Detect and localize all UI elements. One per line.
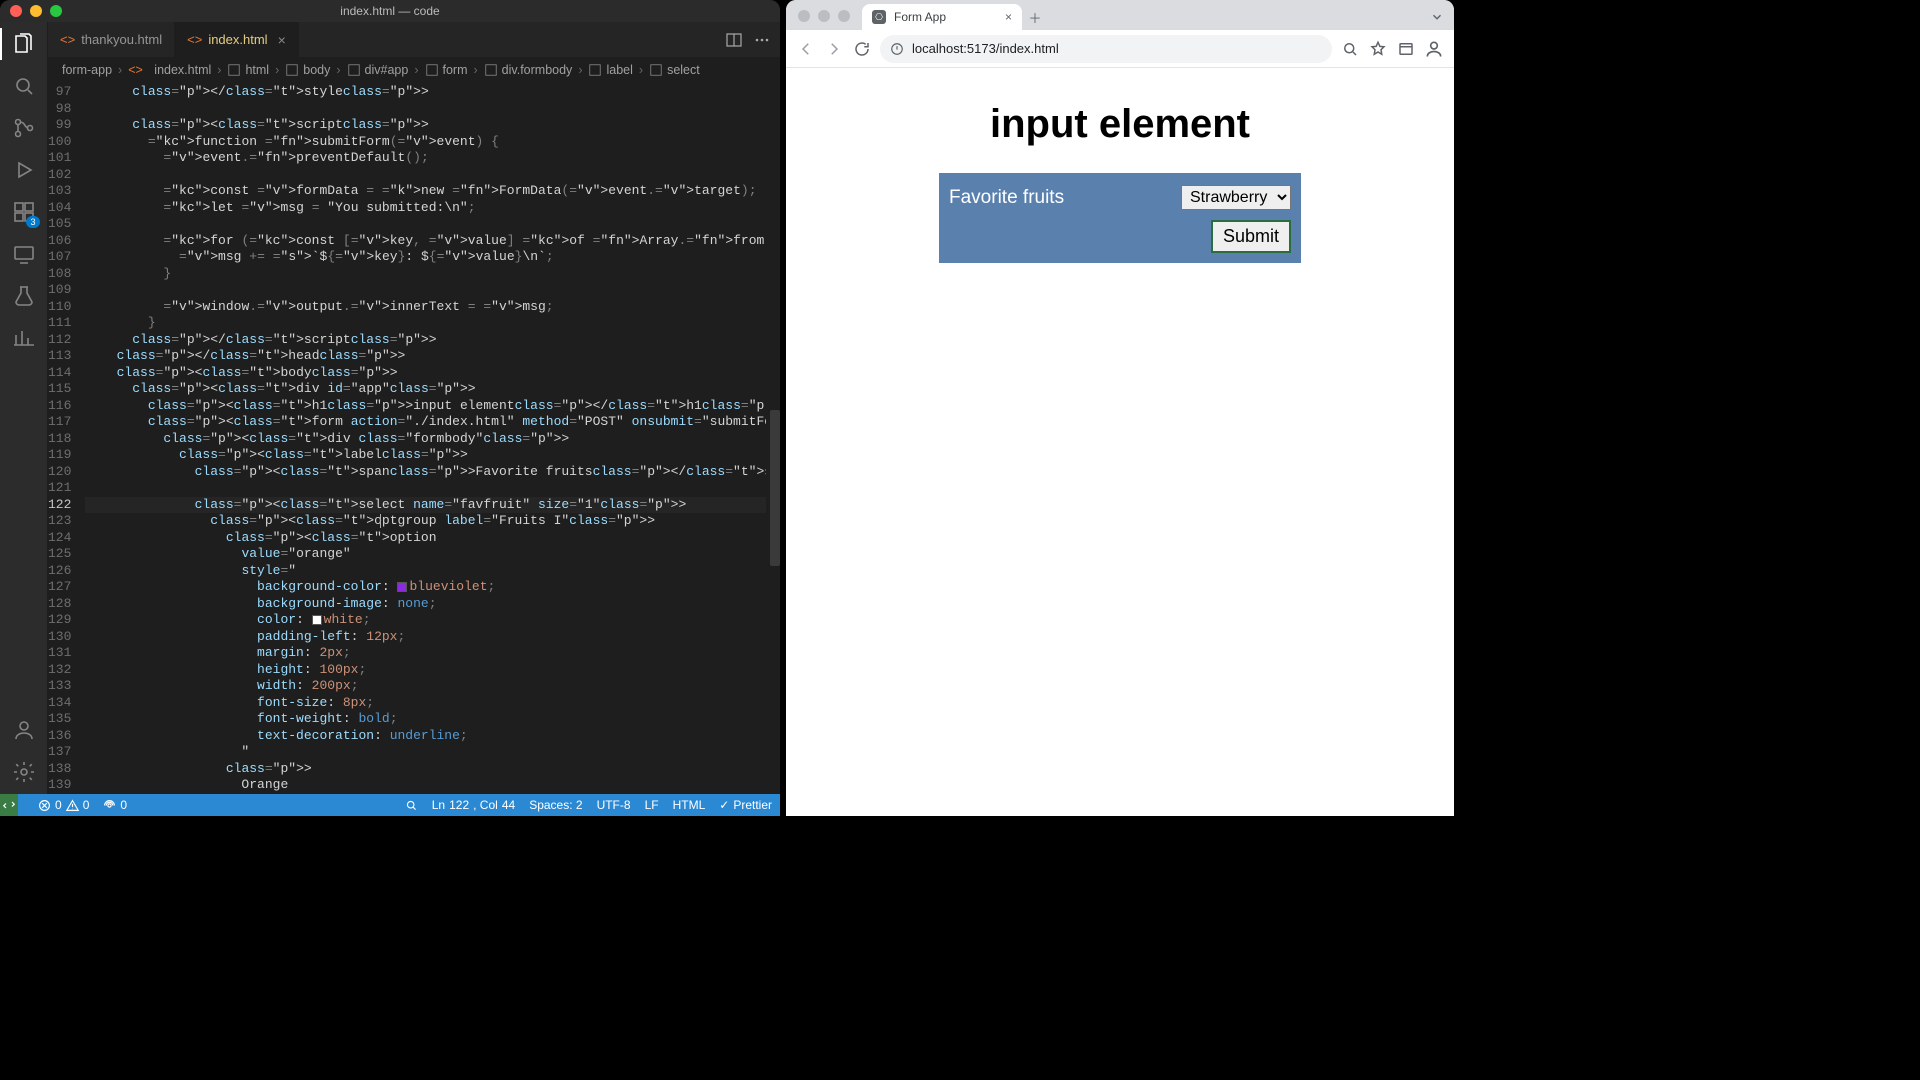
close-tab-icon[interactable]: × (278, 32, 286, 48)
browser-tab-title: Form App (894, 10, 946, 24)
code-editor[interactable]: 9798991001011021031041051061071081091101… (48, 82, 780, 794)
address-bar[interactable]: localhost:5173/index.html (880, 35, 1332, 63)
run-debug-icon[interactable] (12, 158, 36, 182)
tab-index-html[interactable]: <> index.html × (175, 22, 299, 57)
zoom-window-icon[interactable] (838, 10, 850, 22)
extensions-badge: 3 (26, 216, 39, 228)
code-content[interactable]: class="p"></class="t">styleclass="p">> c… (85, 82, 780, 794)
find-status-icon[interactable] (405, 799, 418, 812)
site-favicon-icon: ⎔ (872, 10, 886, 24)
editor-tabs: <> thankyou.html <> index.html × (48, 22, 780, 58)
ports-status[interactable]: 0 (103, 798, 127, 812)
breadcrumb-item[interactable]: html (227, 63, 269, 77)
html-file-icon: <> (60, 32, 75, 47)
breadcrumb-item[interactable]: <> index.html (128, 63, 211, 77)
breadcrumb-item[interactable]: select (649, 63, 700, 77)
close-window-icon[interactable] (798, 10, 810, 22)
language-mode[interactable]: HTML (673, 798, 706, 812)
activity-bar: 3 (0, 22, 48, 794)
remote-indicator[interactable] (0, 794, 18, 816)
browser-window: ⎔ Form App × ＋ localhost (786, 0, 1454, 816)
split-editor-icon[interactable] (726, 32, 742, 48)
back-button-icon[interactable] (796, 39, 816, 59)
line-number-gutter: 9798991001011021031041051061071081091101… (48, 82, 85, 794)
remote-icon[interactable] (12, 242, 36, 266)
breadcrumb-item[interactable]: body (285, 63, 330, 77)
reload-button-icon[interactable] (852, 39, 872, 59)
breadcrumb-item[interactable]: label (588, 63, 632, 77)
favfruit-select[interactable]: Strawberry (1181, 185, 1291, 210)
encoding-status[interactable]: UTF-8 (597, 798, 631, 812)
browser-tabstrip: ⎔ Form App × ＋ (786, 0, 1454, 30)
problems-status[interactable]: 0 0 (38, 798, 89, 812)
minimap-viewport[interactable] (770, 410, 780, 567)
browser-tab[interactable]: ⎔ Form App × (862, 4, 1022, 30)
status-bar: 0 0 0 Ln 122, Col 44 Spaces: 2 UTF-8 LF … (0, 794, 780, 816)
account-icon[interactable] (12, 718, 36, 742)
browser-toolbar: localhost:5173/index.html (786, 30, 1454, 68)
rendered-page: input element Favorite fruits Strawberry… (786, 68, 1454, 816)
search-icon[interactable] (12, 74, 36, 98)
breadcrumb-item[interactable]: form (425, 63, 468, 77)
extensions-puzzle-icon[interactable] (1396, 39, 1416, 59)
testing-icon[interactable] (12, 284, 36, 308)
profile-avatar-icon[interactable] (1424, 39, 1444, 59)
breadcrumb: form-app› <> index.html› html› body› div… (48, 58, 780, 82)
traffic-lights (794, 10, 856, 30)
graph-icon[interactable] (12, 326, 36, 350)
vscode-window: index.html — code 3 (0, 0, 780, 816)
eol-status[interactable]: LF (645, 798, 659, 812)
extensions-icon[interactable]: 3 (12, 200, 36, 224)
tab-label: thankyou.html (81, 32, 162, 47)
vscode-titlebar: index.html — code (0, 0, 780, 22)
window-title: index.html — code (0, 4, 780, 18)
minimize-window-icon[interactable] (818, 10, 830, 22)
more-actions-icon[interactable] (754, 32, 770, 48)
submit-button[interactable]: Submit (1211, 220, 1291, 253)
explorer-icon[interactable] (12, 32, 36, 56)
bookmark-star-icon[interactable] (1368, 39, 1388, 59)
zoom-icon[interactable] (1340, 39, 1360, 59)
minimap[interactable] (766, 82, 780, 794)
tab-thankyou-html[interactable]: <> thankyou.html (48, 22, 175, 57)
breadcrumb-item[interactable]: form-app (62, 63, 112, 77)
settings-gear-icon[interactable] (12, 760, 36, 784)
site-info-icon[interactable] (890, 42, 904, 56)
chevron-down-icon[interactable] (1430, 10, 1454, 30)
forward-button-icon[interactable] (824, 39, 844, 59)
formatter-status[interactable]: ✓ Prettier (719, 798, 772, 812)
breadcrumb-item[interactable]: div.formbody (484, 63, 573, 77)
new-tab-button[interactable]: ＋ (1022, 4, 1048, 30)
html-file-icon: <> (187, 32, 202, 47)
field-label: Favorite fruits (949, 187, 1064, 209)
url-text: localhost:5173/index.html (912, 41, 1059, 56)
indentation-status[interactable]: Spaces: 2 (529, 798, 582, 812)
close-tab-icon[interactable]: × (1005, 10, 1012, 24)
breadcrumb-item[interactable]: div#app (347, 63, 409, 77)
form-body: Favorite fruits Strawberry Submit (939, 173, 1301, 263)
tab-label: index.html (208, 32, 267, 47)
page-heading: input element (814, 102, 1426, 147)
cursor-position[interactable]: Ln 122, Col 44 (432, 798, 515, 812)
source-control-icon[interactable] (12, 116, 36, 140)
